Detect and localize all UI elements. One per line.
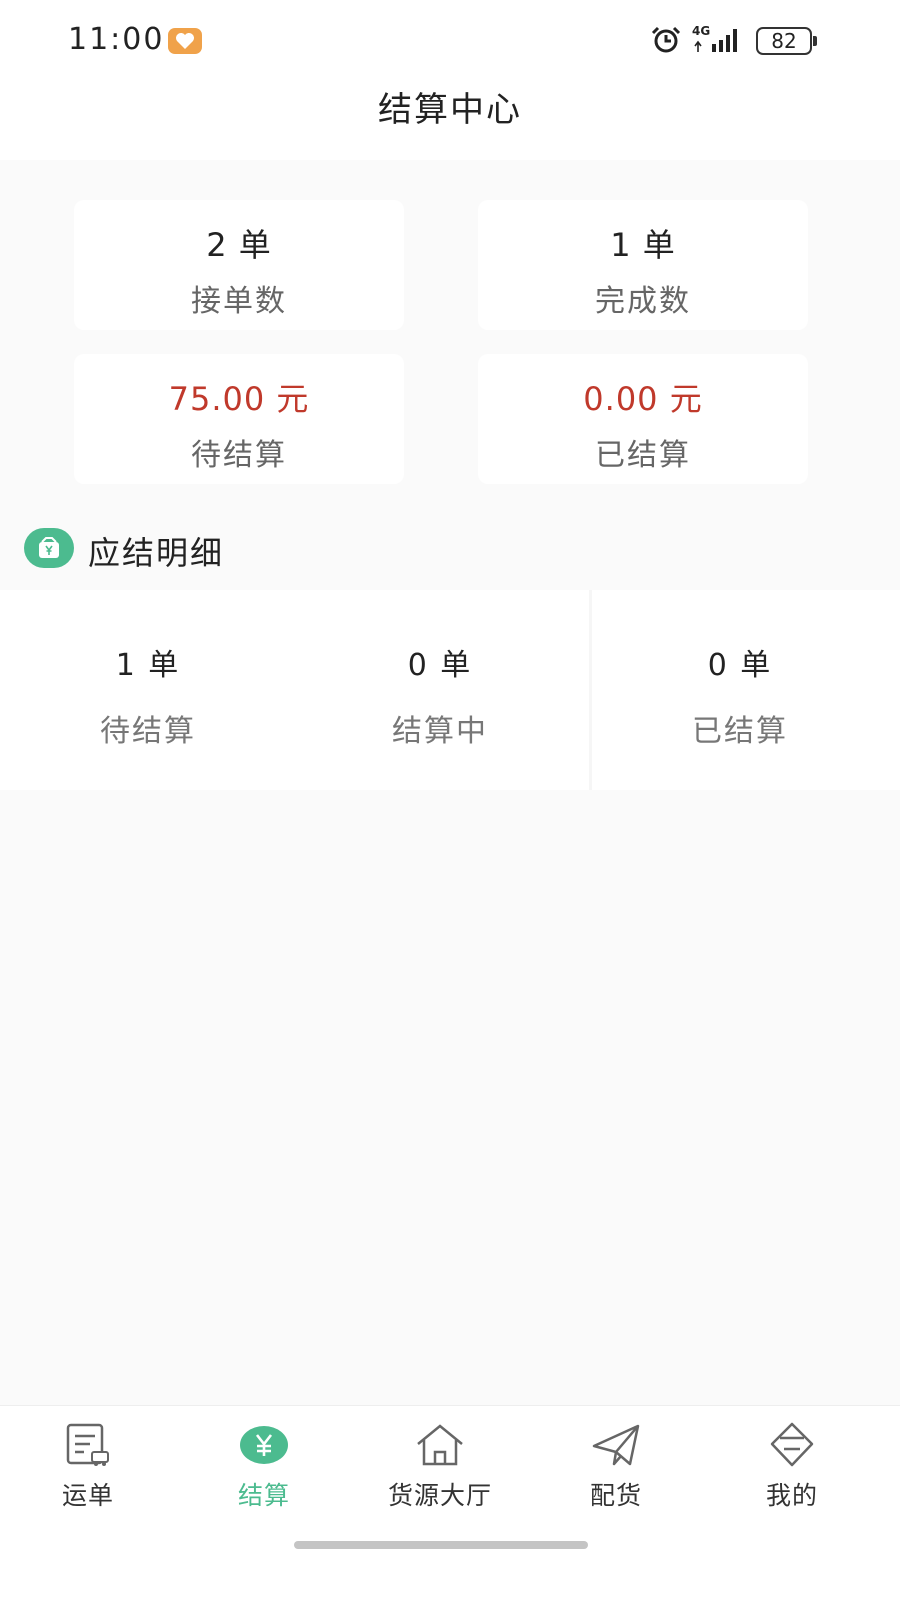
accepted-orders-label: 接单数 [191, 284, 287, 319]
completed-orders-value: 1 单 [610, 226, 676, 264]
battery-tip [813, 36, 817, 46]
completed-orders-label: 完成数 [595, 284, 691, 319]
accepted-orders-card[interactable]: 2 单 接单数 [74, 200, 404, 330]
paper-plane-icon [528, 1422, 704, 1470]
detail-settled[interactable]: 0 单 已结算 [592, 590, 888, 790]
battery-icon: 82 [756, 27, 812, 55]
status-time: 11:00 [68, 22, 165, 57]
detail-settled-count: 0 单 [707, 648, 773, 683]
page-title: 结算中心 [378, 90, 522, 130]
pending-settlement-label: 待结算 [191, 438, 287, 473]
house-icon [352, 1422, 528, 1470]
settled-label: 已结算 [595, 438, 691, 473]
bottom-tab-bar: 运单 结算 货源大厅 配货 我的 [0, 1405, 900, 1600]
settled-card[interactable]: 0.00 元 已结算 [478, 354, 808, 484]
home-indicator[interactable] [294, 1541, 588, 1549]
detail-pending-label: 待结算 [100, 714, 196, 749]
tab-mine[interactable]: 我的 [704, 1406, 880, 1526]
settled-amount: 0.00 元 [583, 380, 703, 418]
detail-in-progress-label: 结算中 [392, 714, 488, 749]
pending-settlement-amount: 75.00 元 [168, 380, 310, 418]
settlement-detail-panel: 1 单 待结算 0 单 结算中 0 单 已结算 [0, 590, 900, 790]
detail-settled-label: 已结算 [692, 714, 788, 749]
yen-icon [176, 1422, 352, 1470]
pending-settlement-card[interactable]: 75.00 元 待结算 [74, 354, 404, 484]
tab-mine-label: 我的 [765, 1481, 818, 1510]
status-bar: 11:00 4G 82 [0, 0, 900, 80]
detail-pending[interactable]: 1 单 待结算 [0, 590, 296, 790]
tab-cargo-hall-label: 货源大厅 [387, 1481, 492, 1510]
tab-dispatch-label: 配货 [589, 1481, 642, 1510]
tab-cargo-hall[interactable]: 货源大厅 [352, 1406, 528, 1526]
tab-settlement-label: 结算 [237, 1481, 290, 1510]
completed-orders-card[interactable]: 1 单 完成数 [478, 200, 808, 330]
waybill-icon [0, 1422, 176, 1470]
wallet-yen-icon [24, 528, 74, 568]
tab-waybill-label: 运单 [61, 1481, 114, 1510]
detail-in-progress-count: 0 单 [407, 648, 473, 683]
tab-waybill[interactable]: 运单 [0, 1406, 176, 1526]
section-title: 应结明细 [88, 534, 225, 572]
profile-diamond-icon [704, 1422, 880, 1470]
tab-settlement[interactable]: 结算 [176, 1406, 352, 1526]
tab-dispatch[interactable]: 配货 [528, 1406, 704, 1526]
detail-in-progress[interactable]: 0 单 结算中 [292, 590, 588, 790]
page-header: 结算中心 [0, 80, 900, 160]
heart-app-icon [168, 28, 202, 54]
detail-pending-count: 1 单 [115, 648, 181, 683]
accepted-orders-value: 2 单 [206, 226, 272, 264]
alarm-icon [650, 26, 682, 58]
